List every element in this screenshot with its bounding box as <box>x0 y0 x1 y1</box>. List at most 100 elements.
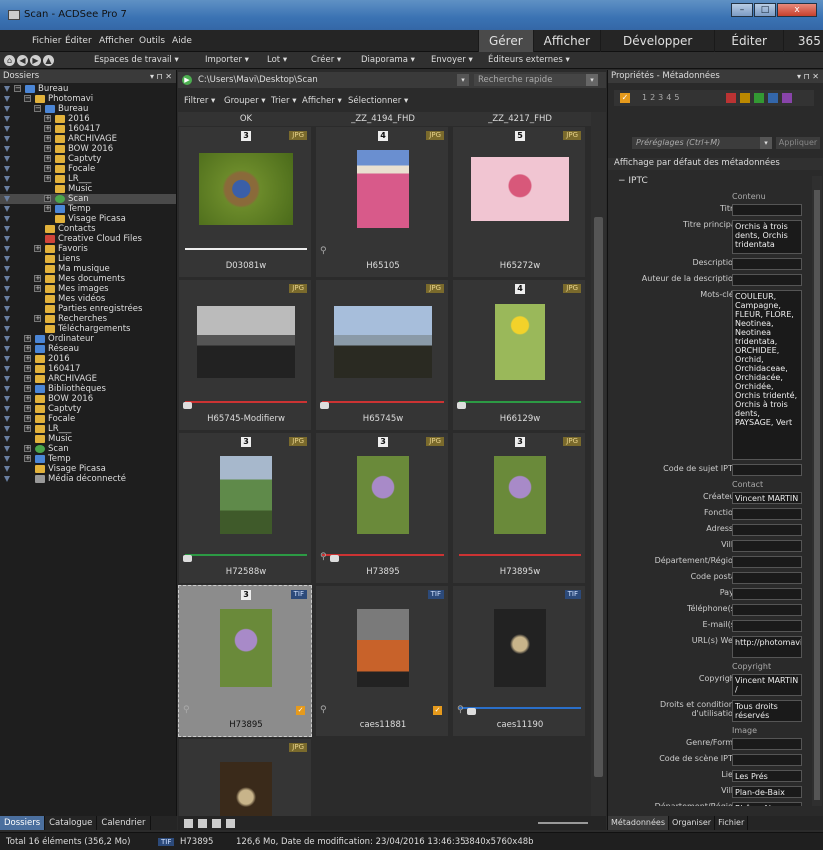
thumbnail-image[interactable] <box>220 762 272 816</box>
mode-365[interactable]: 365 <box>782 30 823 52</box>
preset-dropdown-icon[interactable]: ▾ <box>760 137 772 149</box>
tree-item[interactable]: +160417 <box>0 124 176 134</box>
tree-item[interactable]: +2016 <box>0 354 176 364</box>
mode-afficher[interactable]: Afficher <box>532 30 600 52</box>
tree-item[interactable]: Visage Picasa <box>0 464 176 474</box>
tree-item[interactable]: − Bureau <box>0 104 176 114</box>
tree-check-icon[interactable] <box>4 106 10 112</box>
slideshow-menu[interactable]: Diaporama ▾ <box>361 55 415 65</box>
rating-boxes[interactable]: 12345 <box>642 93 682 102</box>
expand-icon[interactable]: − <box>34 105 41 112</box>
panel-controls[interactable]: ▾ ⊓ ✕ <box>150 70 172 83</box>
sort-menu[interactable]: Trier ▾ <box>271 96 297 106</box>
properties-scrollbar[interactable] <box>812 176 822 806</box>
expand-icon[interactable]: + <box>44 165 51 172</box>
expand-icon[interactable]: + <box>24 395 31 402</box>
monitor-icon[interactable] <box>226 819 235 828</box>
metadata-value[interactable] <box>732 604 802 616</box>
up-icon[interactable]: ▲ <box>43 55 54 66</box>
menu-outils[interactable]: Outils <box>139 36 165 46</box>
tree-check-icon[interactable] <box>4 136 10 142</box>
tree-check-icon[interactable] <box>4 436 10 442</box>
tree-check-icon[interactable] <box>4 346 10 352</box>
tree-check-icon[interactable] <box>4 206 10 212</box>
tree-item[interactable]: − Photomavi <box>0 94 176 104</box>
metadata-value[interactable] <box>732 258 802 270</box>
tree-check-icon[interactable] <box>4 96 10 102</box>
tree-item[interactable]: Mes vidéos <box>0 294 176 304</box>
expand-icon[interactable]: + <box>24 345 31 352</box>
expand-icon[interactable]: + <box>24 405 31 412</box>
metadata-value[interactable] <box>732 204 802 216</box>
tree-item[interactable]: Creative Cloud Files <box>0 234 176 244</box>
tree-item[interactable]: + Focale <box>0 414 176 424</box>
tree-check-icon[interactable] <box>4 186 10 192</box>
tree-item[interactable]: + Bibliothèques <box>0 384 176 394</box>
tree-check-icon[interactable] <box>4 226 10 232</box>
external-editors-menu[interactable]: Éditeurs externes ▾ <box>488 55 570 65</box>
metadata-value[interactable] <box>732 754 802 766</box>
metadata-value[interactable] <box>732 572 802 584</box>
tree-item[interactable]: + LR___ <box>0 424 176 434</box>
thumbnail-image[interactable] <box>495 304 545 380</box>
thumbnail-item[interactable]: 4 JPG ⚲ H65105 <box>315 126 449 278</box>
back-icon[interactable]: ◀ <box>17 55 28 66</box>
thumbnail-item[interactable]: JPG H65745-Modifierw <box>178 279 312 431</box>
expand-icon[interactable]: + <box>24 335 31 342</box>
menu-editer[interactable]: Éditer <box>65 36 92 46</box>
tree-item[interactable]: Ma musique <box>0 264 176 274</box>
tree-check-icon[interactable] <box>4 276 10 282</box>
tagged-checkbox-icon[interactable]: ✓ <box>433 706 442 715</box>
menu-aide[interactable]: Aide <box>172 36 192 46</box>
tree-check-icon[interactable] <box>4 396 10 402</box>
tree-item[interactable]: Music <box>0 184 176 194</box>
expand-icon[interactable]: − <box>24 95 31 102</box>
menu-fichier[interactable]: Fichier <box>32 36 61 46</box>
close-button[interactable]: x <box>777 3 817 17</box>
iptc-section-title[interactable]: − IPTC <box>618 176 648 186</box>
tree-item[interactable]: + Scan <box>0 194 176 204</box>
minimize-button[interactable]: – <box>731 3 753 17</box>
thumbnail-item[interactable]: JPG H65745w <box>315 279 449 431</box>
tree-check-icon[interactable] <box>4 316 10 322</box>
thumbnail-image[interactable] <box>471 157 569 221</box>
thumbnail-item[interactable]: 3 JPG H73895w <box>452 432 586 584</box>
tree-item[interactable]: +160417 <box>0 364 176 374</box>
tree-check-icon[interactable] <box>4 406 10 412</box>
preset-input[interactable]: Préréglages (Ctrl+M) <box>632 137 760 149</box>
forward-icon[interactable]: ▶ <box>30 55 41 66</box>
current-path[interactable]: C:\Users\Mavi\Desktop\Scan <box>198 75 318 85</box>
create-menu[interactable]: Créer ▾ <box>311 55 341 65</box>
tree-check-icon[interactable] <box>4 366 10 372</box>
tree-check-icon[interactable] <box>4 426 10 432</box>
thumbnail-item[interactable]: TIF ⚲ caes11190 <box>452 585 586 737</box>
metadata-value[interactable]: http://photomavi.com <box>732 636 802 658</box>
tree-check-icon[interactable] <box>4 196 10 202</box>
tree-check-icon[interactable] <box>4 216 10 222</box>
mode-gerer[interactable]: Gérer <box>478 30 533 52</box>
expand-icon[interactable]: + <box>24 355 31 362</box>
thumbnail-image[interactable] <box>494 456 546 534</box>
tree-check-icon[interactable] <box>4 176 10 182</box>
expand-icon[interactable]: + <box>34 285 41 292</box>
tree-item[interactable]: + Réseau <box>0 344 176 354</box>
thumbnail-item[interactable]: TIF ⚲ ✓ caes11881 <box>315 585 449 737</box>
tree-item[interactable]: + ARCHIVAGE <box>0 134 176 144</box>
metadata-value[interactable]: Rhône-Alpes <box>732 802 802 806</box>
tree-item[interactable]: + Favoris <box>0 244 176 254</box>
tree-item[interactable]: Média déconnecté <box>0 474 176 484</box>
tree-item[interactable]: Téléchargements <box>0 324 176 334</box>
thumbnail-image[interactable] <box>357 609 409 687</box>
thumbnail-image[interactable] <box>357 456 409 534</box>
expand-icon[interactable]: + <box>24 375 31 382</box>
properties-controls[interactable]: ▾ ⊓ ✕ <box>797 70 819 83</box>
tree-check-icon[interactable] <box>4 416 10 422</box>
thumbnail-image[interactable] <box>220 609 272 687</box>
tree-check-icon[interactable] <box>4 156 10 162</box>
tab-calendrier[interactable]: Calendrier <box>97 816 151 830</box>
expand-icon[interactable]: − <box>14 85 21 92</box>
expand-icon[interactable]: + <box>24 365 31 372</box>
expand-icon[interactable]: + <box>44 135 51 142</box>
tree-item[interactable]: + Temp <box>0 454 176 464</box>
menu-afficher[interactable]: Afficher <box>99 36 134 46</box>
